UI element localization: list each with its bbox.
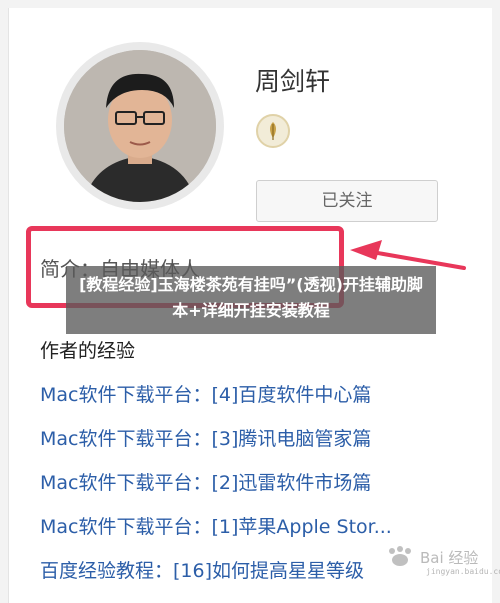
follow-button[interactable]: 已关注 — [256, 180, 438, 222]
baidu-paw-icon: Bai 经验 — [389, 546, 478, 567]
caption-overlay: [教程经验]玉海楼茶苑有挂吗”(透视)开挂辅助脚本+详细开挂安装教程 — [66, 266, 436, 334]
avatar[interactable] — [64, 50, 216, 202]
avatar-photo — [64, 50, 216, 202]
section-title: 作者的经验 — [40, 340, 136, 362]
experience-link[interactable]: Mac软件下载平台：[3]腾讯电脑管家篇 — [40, 424, 480, 468]
username[interactable]: 周剑轩 — [255, 62, 330, 98]
watermark: Bai 经验 jingyan.baidu.com — [382, 545, 500, 585]
quill-medal-icon[interactable] — [256, 114, 290, 148]
watermark-url: jingyan.baidu.com — [426, 567, 500, 576]
experience-link[interactable]: Mac软件下载平台：[2]迅雷软件市场篇 — [40, 468, 480, 512]
watermark-brand: Bai 经验 — [420, 549, 478, 567]
experience-link[interactable]: Mac软件下载平台：[4]百度软件中心篇 — [40, 380, 480, 424]
quill-icon — [270, 122, 276, 140]
